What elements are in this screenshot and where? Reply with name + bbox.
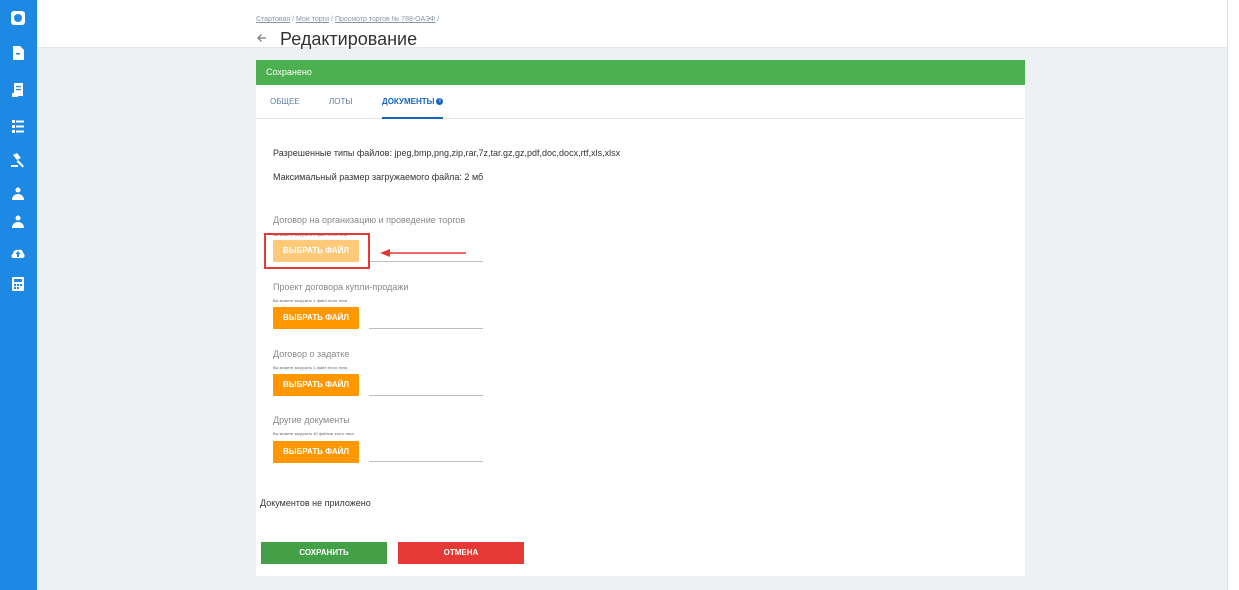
logo-icon[interactable] (9, 10, 27, 28)
arrow-left-icon[interactable] (256, 31, 268, 47)
top-bar (37, 0, 1227, 48)
tab-documents[interactable]: ДОКУМЕНТЫ i (382, 85, 444, 119)
doc-label-organization-contract: Договор на организацию и проведение торг… (273, 215, 466, 225)
doc-label-deposit-contract: Договор о задатке (273, 349, 350, 359)
breadcrumb-item-trade-view[interactable]: Просмотр торгов № 788-ОАЭФ (335, 16, 435, 23)
calculator-icon[interactable] (9, 276, 27, 294)
choose-file-button-other-documents[interactable]: ВЫБРАТЬ ФАЙЛ (273, 441, 359, 463)
success-alert: Сохранено (256, 60, 1025, 85)
doc-label-other-documents: Другие документы (273, 415, 350, 425)
doc-label-sale-contract: Проект договора купли-продажи (273, 282, 409, 292)
file-name-line (369, 461, 483, 462)
allowed-types-text: Разрешенные типы файлов: jpeg,bmp,png,zi… (273, 148, 621, 158)
gavel-icon[interactable] (9, 152, 27, 170)
list-icon[interactable] (9, 118, 27, 136)
pointer-arrow (380, 249, 466, 257)
choose-file-button-deposit-contract[interactable]: ВЫБРАТЬ ФАЙЛ (273, 374, 359, 396)
page-title: Редактирование (280, 29, 418, 49)
info-icon: i (436, 98, 444, 106)
no-documents-text: Документов не приложено (260, 498, 371, 508)
tab-general[interactable]: ОБЩЕЕ (270, 85, 300, 119)
doc-hint-deposit-contract: Вы можете загрузить 1 файл этого типа (273, 365, 347, 370)
scroll-icon[interactable] (9, 82, 27, 100)
tab-documents-label: ДОКУМЕНТЫ (382, 97, 435, 106)
breadcrumb: Стартовая / Мои торги / Просмотр торгов … (256, 16, 439, 23)
breadcrumb-separator: / (292, 16, 295, 23)
breadcrumb-item-home[interactable]: Стартовая (256, 16, 290, 23)
user-group-icon[interactable] (9, 214, 27, 232)
scrollbar-track[interactable] (1227, 0, 1239, 590)
doc-hint-sale-contract: Вы можете загрузить 1 файл этого типа (273, 298, 347, 303)
highlight-box (264, 233, 370, 269)
max-size-text: Максимальный размер загружаемого файла: … (273, 172, 484, 182)
edit-card: Сохранено ОБЩЕЕ ЛОТЫ ДОКУМЕНТЫ i Разрешен… (256, 60, 1025, 576)
file-name-line (369, 261, 483, 262)
tabs: ОБЩЕЕ ЛОТЫ ДОКУМЕНТЫ i (256, 85, 1025, 119)
doc-hint-other-documents: Вы можете загрузить 40 файлов этого типа (273, 431, 354, 436)
file-name-line (369, 395, 483, 396)
cloud-upload-icon[interactable] (9, 245, 27, 263)
choose-file-button-sale-contract[interactable]: ВЫБРАТЬ ФАЙЛ (273, 307, 359, 329)
tab-lots[interactable]: ЛОТЫ (329, 85, 352, 119)
file-name-line (369, 328, 483, 329)
cancel-button[interactable]: ОТМЕНА (398, 542, 524, 564)
document-icon[interactable] (9, 45, 27, 63)
user-icon[interactable] (9, 186, 27, 204)
breadcrumb-item-my-trades[interactable]: Мои торги (296, 16, 329, 23)
breadcrumb-separator: / (437, 16, 440, 23)
breadcrumb-separator: / (331, 16, 333, 23)
sidebar (0, 0, 37, 590)
save-button[interactable]: СОХРАНИТЬ (261, 542, 387, 564)
